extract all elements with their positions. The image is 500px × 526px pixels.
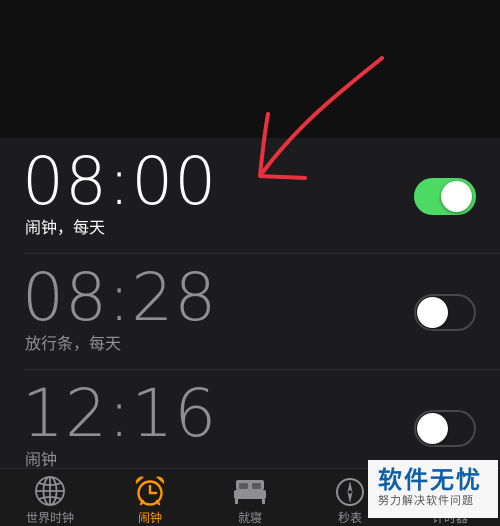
toggle-knob (417, 297, 448, 328)
tab-bedtime[interactable]: 就寝 (200, 469, 300, 526)
alarm-list: 08:00 闹钟，每天 08:28 放行条，每天 12:16 闹钟 (0, 138, 500, 469)
alarm-time: 12:16 (22, 375, 218, 452)
watermark-subtitle: 努力解决软件问题 (378, 494, 474, 507)
tab-label: 闹钟 (137, 511, 162, 525)
stopwatch-icon (336, 478, 364, 506)
tab-world-clock[interactable]: 世界时钟 (0, 469, 100, 526)
navigation-area (0, 0, 500, 138)
alarm-clock-icon (135, 476, 165, 506)
tab-label: 世界时钟 (25, 511, 74, 525)
alarm-label: 放行条，每天 (25, 334, 122, 353)
alarm-label: 闹钟，每天 (25, 218, 106, 237)
alarm-toggle-switch[interactable] (414, 410, 476, 447)
toggle-knob (441, 181, 472, 212)
watermark-logo: 软件无忧 努力解决软件问题 (368, 460, 498, 518)
globe-icon (35, 476, 65, 506)
alarm-time: 08:00 (22, 143, 218, 220)
toggle-knob (417, 413, 448, 444)
watermark-title: 软件无忧 (378, 466, 482, 494)
clock-app-screen: 08:00 闹钟，每天 08:28 放行条，每天 12:16 闹钟 世界时钟 闹… (0, 0, 500, 526)
alarm-row-1[interactable]: 08:00 闹钟，每天 (0, 138, 500, 254)
alarm-toggle-switch[interactable] (414, 178, 476, 215)
alarm-toggle-switch[interactable] (414, 294, 476, 331)
tab-label: 就寝 (237, 511, 262, 525)
bed-icon (234, 480, 266, 504)
alarm-row-2[interactable]: 08:28 放行条，每天 (0, 254, 500, 370)
tab-alarm[interactable]: 闹钟 (100, 469, 200, 526)
alarm-time: 08:28 (22, 259, 218, 336)
alarm-label: 闹钟 (25, 450, 58, 469)
